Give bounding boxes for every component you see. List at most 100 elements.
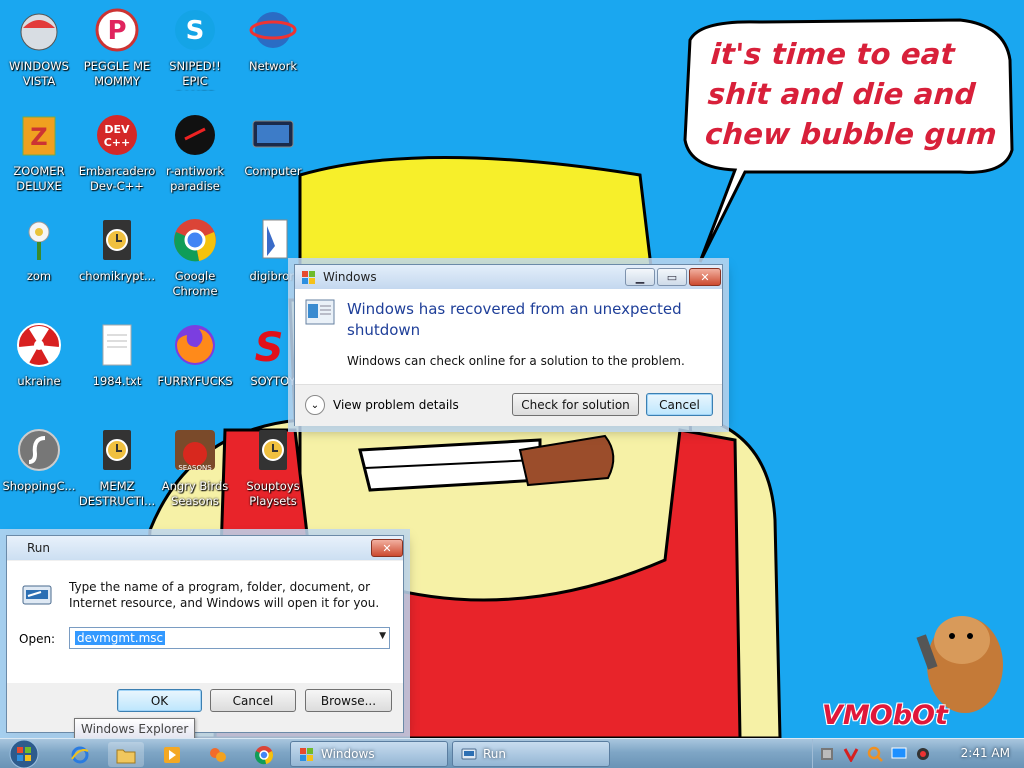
- desktop-icon[interactable]: zom: [0, 210, 78, 284]
- desktop-icon[interactable]: DEV C++ Embarcadero Dev-C++: [78, 105, 156, 194]
- desktop-icon[interactable]: ShoppingC...: [0, 420, 78, 494]
- desktop-icon-label: Souptoys Playsets: [246, 479, 300, 508]
- desktop-icon[interactable]: S SNIPED!! EPIC GAMER 360...: [156, 0, 234, 91]
- desktop-icon[interactable]: MEMZ DESTRUCTI...: [78, 420, 156, 509]
- desktop-icon[interactable]: FURRYFUCKS: [156, 315, 234, 389]
- svg-text:Z: Z: [30, 123, 47, 151]
- run-program-icon: [22, 585, 52, 605]
- run-dialog: Run ✕ Type the name of a program, folder…: [6, 535, 404, 733]
- flash-icon: [18, 429, 60, 471]
- run-browse-button[interactable]: Browse...: [305, 689, 392, 712]
- digibron-icon: [262, 219, 288, 259]
- desktop-icon[interactable]: chomikrypt...: [78, 210, 156, 284]
- taskbar: Windows Run 2:41 AM: [0, 738, 1024, 768]
- desktop-icon-label: r-antiwork paradise: [165, 164, 224, 193]
- run-dialog-titlebar[interactable]: Run: [7, 536, 403, 560]
- open-label: Open:: [19, 632, 56, 646]
- desktop-icon[interactable]: Computer: [234, 105, 312, 179]
- desktop-icon[interactable]: 1984.txt: [78, 315, 156, 389]
- desktop-icon-label: ukraine: [17, 374, 61, 388]
- chrome-pinned[interactable]: [246, 742, 282, 767]
- plant-icon: [28, 221, 50, 260]
- shortcut-doc-icon: [103, 220, 131, 260]
- windows-flag-icon: [300, 748, 313, 761]
- speech-bubble-text: it's time to eat shit and die and chew b…: [704, 37, 999, 151]
- search-icon[interactable]: [867, 746, 883, 762]
- zoomer-icon: Z: [22, 116, 56, 156]
- desktop-icon-label: FURRYFUCKS: [157, 374, 233, 388]
- antivirus-icon[interactable]: [843, 746, 859, 762]
- start-button[interactable]: [4, 739, 44, 768]
- desktop-icon-label: MEMZ DESTRUCTI...: [78, 479, 156, 508]
- desktop-icon[interactable]: r-antiwork paradise: [156, 105, 234, 194]
- run-cancel-button[interactable]: Cancel: [210, 689, 296, 712]
- svg-text:P: P: [107, 16, 126, 46]
- folder-icon: [116, 749, 136, 763]
- windows-explorer-pinned[interactable]: [108, 742, 144, 767]
- svg-text:S: S: [186, 16, 205, 46]
- desktop-icon-label: chomikrypt...: [78, 269, 155, 283]
- close-button[interactable]: ✕: [689, 268, 721, 286]
- task-label: Windows: [321, 747, 375, 761]
- desktop-icon[interactable]: Souptoys Playsets: [234, 420, 312, 509]
- taskbar-task-run[interactable]: Run: [452, 741, 610, 767]
- desktop-icon-label: SNIPED!! EPIC GAMER 360...: [169, 59, 221, 91]
- desktop-icon-label: ShoppingC...: [2, 479, 76, 493]
- desktop-icon[interactable]: P PEGGLE ME MOMMY: [78, 0, 156, 89]
- app-pinned[interactable]: [200, 742, 236, 767]
- windows-orb-icon: [9, 739, 39, 768]
- view-details-toggle[interactable]: ⌄ View problem details: [305, 395, 459, 415]
- open-input[interactable]: devmgmt.msc: [75, 631, 166, 645]
- tray-app-icon[interactable]: [819, 746, 835, 762]
- media-player-pinned[interactable]: [154, 742, 190, 767]
- network-icon: [249, 12, 297, 48]
- wallpaper-signature: VMObOt: [822, 700, 948, 731]
- desktop-icon-label: zom: [26, 269, 52, 283]
- desktop-icon-label: Computer: [244, 164, 302, 178]
- internet-explorer-icon: [71, 746, 89, 763]
- recovery-message: Windows can check online for a solution …: [347, 354, 685, 368]
- radiation-icon: [17, 323, 61, 367]
- dropdown-arrow-icon[interactable]: ▼: [379, 631, 386, 641]
- run-ok-button[interactable]: OK: [117, 689, 202, 712]
- display-icon[interactable]: [891, 746, 907, 762]
- run-program-icon: [461, 748, 477, 760]
- desktop-icon-label: Network: [248, 59, 298, 73]
- internet-explorer-pinned[interactable]: [62, 742, 98, 767]
- problem-report-icon: [305, 299, 335, 325]
- check-for-solution-button[interactable]: Check for solution: [512, 393, 639, 416]
- desktop-icon-label: Angry Birds Seasons: [161, 479, 229, 508]
- clock[interactable]: 2:41 AM: [961, 746, 1010, 760]
- taskbar-task-windows[interactable]: Windows: [290, 741, 448, 767]
- desktop-icon-label: WINDOWS VISTA: [9, 59, 69, 88]
- media-player-icon: [164, 746, 180, 763]
- desktop-icon[interactable]: Google Chrome: [156, 210, 234, 299]
- recovery-dialog: Windows ▁ ▭ ✕ Windows has recovered from…: [294, 264, 723, 426]
- desktop-icon[interactable]: Network: [234, 0, 312, 74]
- app-icon: [210, 747, 226, 762]
- svg-text:DEV: DEV: [104, 123, 130, 136]
- angry-birds-icon: SEASONS: [175, 430, 215, 472]
- antiwork-icon: [175, 115, 215, 155]
- text-file-icon: [102, 324, 132, 366]
- svg-text:S: S: [255, 325, 284, 369]
- peggle-icon: P: [95, 8, 139, 52]
- desktop-icon[interactable]: ukraine: [0, 315, 78, 389]
- toaster-icon: [20, 13, 58, 51]
- svg-text:C++: C++: [104, 136, 131, 149]
- desktop-icon[interactable]: Z ZOOMER DELUXE: [0, 105, 78, 194]
- maximize-button[interactable]: ▭: [657, 268, 687, 286]
- desktop-icon[interactable]: WINDOWS VISTA: [0, 0, 78, 89]
- soytoy-icon: S: [255, 325, 284, 371]
- run-close-button[interactable]: ✕: [371, 539, 403, 557]
- chevron-down-icon: ⌄: [305, 395, 325, 415]
- desktop-icon[interactable]: SEASONS Angry Birds Seasons: [156, 420, 234, 509]
- minimize-button[interactable]: ▁: [625, 268, 655, 286]
- open-combobox[interactable]: devmgmt.msc ▼: [69, 627, 390, 649]
- windows-flag-icon: [302, 271, 315, 284]
- desktop-icon-label: PEGGLE ME MOMMY: [83, 59, 151, 88]
- tooltip: Windows Explorer: [74, 718, 196, 739]
- recovery-cancel-button[interactable]: Cancel: [646, 393, 713, 416]
- webcam-icon[interactable]: [915, 746, 931, 762]
- chrome-icon: [174, 219, 216, 262]
